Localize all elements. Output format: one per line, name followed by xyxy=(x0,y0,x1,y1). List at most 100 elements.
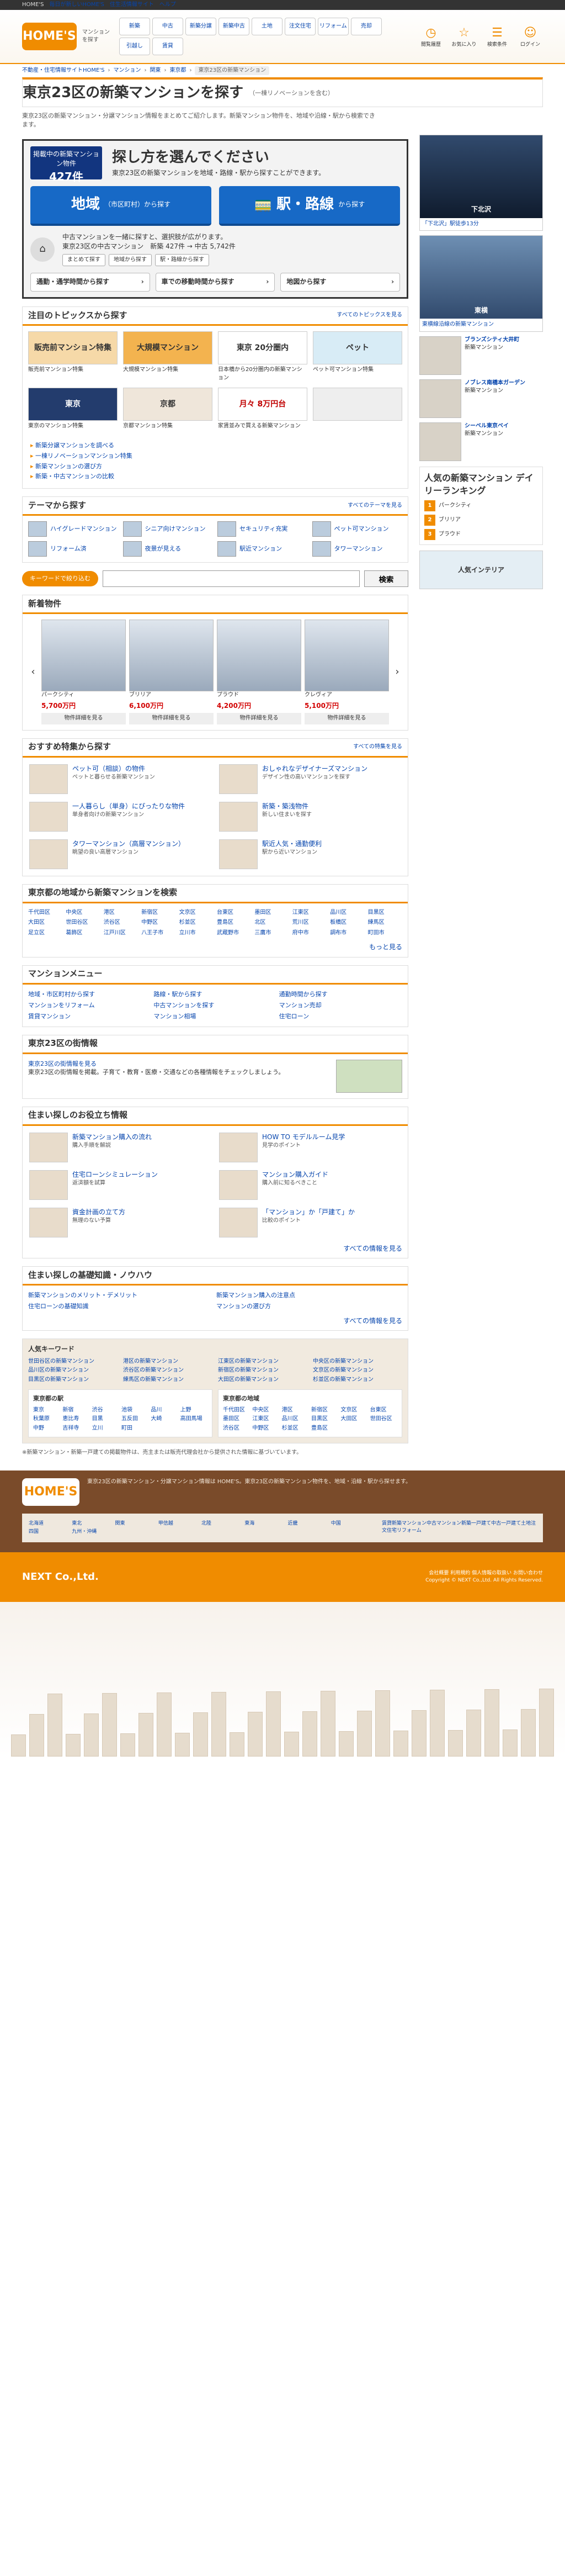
area-link[interactable]: 荒川区 xyxy=(292,919,327,927)
station-link[interactable]: 大崎 xyxy=(151,1415,178,1424)
area-link[interactable]: 墨田区 xyxy=(223,1415,250,1424)
topic-card[interactable]: ペット ペット可マンション特集 xyxy=(313,331,402,382)
breadcrumb-link[interactable]: 不動産・住宅情報サイトHOME'S xyxy=(22,67,104,75)
category-button[interactable]: 中古 xyxy=(152,18,183,35)
area-link[interactable]: 八王子市 xyxy=(141,929,175,938)
combined-search-button[interactable]: まとめて探す xyxy=(62,253,105,267)
station-link[interactable]: 秋葉原 xyxy=(33,1415,60,1424)
area-link[interactable]: 大田区 xyxy=(28,919,62,927)
category-button[interactable]: 引越し xyxy=(119,38,150,55)
breadcrumb-link[interactable]: 関東 xyxy=(150,67,161,75)
theme-link[interactable]: タワーマンション xyxy=(312,541,403,557)
area-link[interactable]: 江東区 xyxy=(252,1415,279,1424)
keyword-link[interactable]: 港区の新築マンション xyxy=(123,1358,212,1366)
area-link[interactable]: 中央区 xyxy=(66,909,100,917)
knowhow-item[interactable]: 資金計画の立て方 無理のない予算 xyxy=(29,1207,211,1237)
area-link[interactable]: 新宿区 xyxy=(311,1406,338,1415)
breadcrumb-link[interactable]: マンション xyxy=(113,67,141,75)
theme-link[interactable]: ハイグレードマンション xyxy=(28,521,119,537)
area-link[interactable]: 港区 xyxy=(104,909,138,917)
qa-link[interactable]: 住宅ローンの基礎知識 xyxy=(28,1302,214,1311)
category-button[interactable]: 新築分譲 xyxy=(185,18,216,35)
category-button[interactable]: 新築中古 xyxy=(218,18,249,35)
property-card[interactable]: クレヴィア 5,100万円 物件詳細を見る xyxy=(305,620,389,724)
menu-link[interactable]: マンション相場 xyxy=(153,1012,276,1021)
theme-link[interactable]: ペット可マンション xyxy=(312,521,403,537)
chevron-left-icon[interactable]: ‹ xyxy=(28,665,38,679)
area-more-link[interactable]: もっと見る xyxy=(369,943,402,951)
area-link[interactable]: 足立区 xyxy=(28,929,62,938)
area-link[interactable]: 江東区 xyxy=(292,909,327,917)
area-link[interactable]: 杉並区 xyxy=(179,919,214,927)
feature-item[interactable]: おしゃれなデザイナーズマンション デザイン性の高いマンションを探す xyxy=(219,764,401,794)
sitemap-link[interactable]: 東海 xyxy=(244,1520,284,1527)
property-card[interactable]: パークシティ 5,700万円 物件詳細を見る xyxy=(41,620,126,724)
sitemap-link[interactable]: 四国 xyxy=(29,1528,68,1536)
knowhow-item[interactable]: マンション購入ガイド 購入前に知るべきこと xyxy=(219,1170,401,1200)
category-button[interactable]: 賃貸 xyxy=(152,38,183,55)
area-link[interactable]: 文京区 xyxy=(179,909,214,917)
sidebar-ad[interactable]: ブランズシティ大井町 新築マンション xyxy=(419,336,543,375)
interior-banner[interactable]: 人気インテリア xyxy=(419,551,543,590)
station-link[interactable]: 高田馬場 xyxy=(180,1415,207,1424)
footer-logo[interactable]: HOME'S xyxy=(22,1478,79,1506)
ranking-item[interactable]: 3 プラウド xyxy=(424,529,538,541)
feature-item[interactable]: 一人暮らし（単身）にぴったりな物件 単身者向けの新築マンション xyxy=(29,801,211,832)
service-link[interactable]: 新築マンション xyxy=(392,1521,427,1526)
site-logo[interactable]: HOME'S xyxy=(22,23,77,50)
topic-link[interactable]: 新築マンションの選び方 xyxy=(35,463,102,470)
area-link[interactable]: 町田市 xyxy=(368,929,402,938)
area-link[interactable]: 北区 xyxy=(254,919,289,927)
station-link[interactable]: 新宿 xyxy=(62,1406,89,1415)
property-card[interactable]: プラウド 4,200万円 物件詳細を見る xyxy=(217,620,301,724)
area-link[interactable]: 品川区 xyxy=(282,1415,309,1424)
area-link[interactable]: 板橋区 xyxy=(330,919,364,927)
saved-search-button[interactable]: ☰ 検索条件 xyxy=(484,24,510,49)
topic-card[interactable]: 販売前マンション特集 販売前マンション特集 xyxy=(28,331,118,382)
top-link[interactable]: ヘルプ xyxy=(159,1,176,9)
category-button[interactable]: 売却 xyxy=(350,18,382,35)
keyword-link[interactable]: 目黒区の新築マンション xyxy=(28,1376,118,1384)
station-link[interactable]: 東京 xyxy=(33,1406,60,1415)
theme-link[interactable]: シニア向けマンション xyxy=(122,521,214,537)
qa-more-link[interactable]: すべての情報を見る xyxy=(343,1317,402,1325)
property-detail-button[interactable]: 物件詳細を見る xyxy=(217,713,301,724)
history-button[interactable]: ◷ 閲覧履歴 xyxy=(418,24,444,49)
map-search-button[interactable]: 地図から探す › xyxy=(280,273,401,292)
sitemap-link[interactable]: 九州・沖縄 xyxy=(72,1528,111,1536)
service-link[interactable]: リフォーム xyxy=(397,1528,422,1533)
feature-item[interactable]: 新築・築浅物件 新しい住まいを探す xyxy=(219,801,401,832)
area-link[interactable]: 中野区 xyxy=(252,1425,279,1433)
keyword-link[interactable]: 大田区の新築マンション xyxy=(218,1376,307,1384)
keyword-link[interactable]: 練馬区の新築マンション xyxy=(123,1376,212,1384)
station-link[interactable]: 中野 xyxy=(33,1425,60,1433)
keyword-link[interactable]: 新宿区の新築マンション xyxy=(218,1367,307,1375)
station-link[interactable]: 上野 xyxy=(180,1406,207,1415)
topic-card[interactable]: 月々 8万円台 家賃並みで買える新築マンション xyxy=(218,388,307,431)
knowhow-more-link[interactable]: すべての情報を見る xyxy=(343,1245,402,1252)
keyword-link[interactable]: 文京区の新築マンション xyxy=(313,1367,402,1375)
area-link[interactable]: 立川市 xyxy=(179,929,214,938)
topic-card[interactable]: 京都 京都マンション特集 xyxy=(123,388,212,431)
sidebar-banner[interactable]: 下北沢 「下北沢」駅徒歩13分 xyxy=(419,134,543,231)
area-link[interactable]: 調布市 xyxy=(330,929,364,938)
theme-link[interactable]: セキュリティ充実 xyxy=(217,521,308,537)
knowhow-item[interactable]: 住宅ローンシミュレーション 返済額を試算 xyxy=(29,1170,211,1200)
ranking-item[interactable]: 2 ブリリア xyxy=(424,515,538,526)
qa-link[interactable]: 新築マンション購入の注意点 xyxy=(216,1291,402,1300)
area-link[interactable]: 江戸川区 xyxy=(104,929,138,938)
menu-link[interactable]: 路線・駅から探す xyxy=(153,990,276,999)
category-button[interactable]: リフォーム xyxy=(317,18,349,35)
area-link[interactable]: 千代田区 xyxy=(223,1406,250,1415)
favorite-button[interactable]: ☆ お気に入り xyxy=(451,24,477,49)
search-by-station-button[interactable]: 🚃 駅・路線 から探す xyxy=(219,186,400,226)
sitemap-link[interactable]: 北海道 xyxy=(29,1520,68,1527)
menu-link[interactable]: 中古マンションを探す xyxy=(153,1001,276,1010)
service-link[interactable]: 賃貸 xyxy=(382,1521,392,1526)
topic-card[interactable] xyxy=(313,388,402,431)
area-link[interactable]: 新宿区 xyxy=(141,909,175,917)
station-link[interactable]: 渋谷 xyxy=(92,1406,119,1415)
topic-link[interactable]: 新築・中古マンションの比較 xyxy=(35,473,114,480)
topic-link[interactable]: 一棟リノベーションマンション特集 xyxy=(35,452,132,459)
station-link[interactable]: 立川 xyxy=(92,1425,119,1433)
